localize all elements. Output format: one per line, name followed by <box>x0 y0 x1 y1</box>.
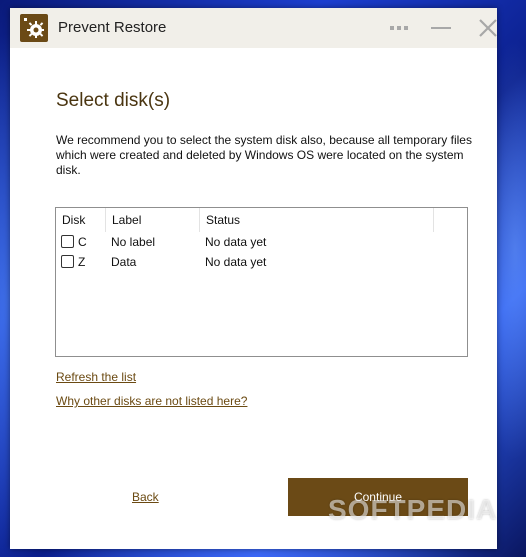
page-title: Select disk(s) <box>56 90 171 111</box>
table-row[interactable]: C No label No data yet <box>56 232 467 252</box>
column-header-disk[interactable]: Disk <box>56 208 106 232</box>
disk-label: No label <box>111 235 156 249</box>
disk-list[interactable]: Disk Label Status C No label No data yet… <box>55 207 468 357</box>
column-header-status[interactable]: Status <box>200 208 434 232</box>
minimize-icon[interactable] <box>428 14 454 42</box>
disk-checkbox-z[interactable] <box>61 255 74 268</box>
gear-icon <box>20 14 48 42</box>
disk-label: Data <box>111 255 137 269</box>
disk-letter: C <box>78 235 87 249</box>
disk-status: No data yet <box>205 235 267 249</box>
disk-list-header: Disk Label Status <box>56 208 467 232</box>
disk-checkbox-c[interactable] <box>61 235 74 248</box>
more-icon[interactable] <box>386 14 412 42</box>
disk-status: No data yet <box>205 255 267 269</box>
close-icon[interactable] <box>475 14 501 42</box>
column-header-label[interactable]: Label <box>106 208 200 232</box>
refresh-list-link[interactable]: Refresh the list <box>56 370 136 384</box>
watermark: SOFTPEDIA <box>328 494 498 525</box>
why-disks-link[interactable]: Why other disks are not listed here? <box>56 394 247 408</box>
table-row[interactable]: Z Data No data yet <box>56 252 467 272</box>
window-title: Prevent Restore <box>58 19 167 36</box>
back-button[interactable]: Back <box>132 490 159 504</box>
app-window: Prevent Restore Select disk(s) We recomm… <box>10 8 497 549</box>
page-description: We recommend you to select the system di… <box>56 133 472 177</box>
disk-letter: Z <box>78 255 86 269</box>
title-bar[interactable]: Prevent Restore <box>10 8 497 48</box>
